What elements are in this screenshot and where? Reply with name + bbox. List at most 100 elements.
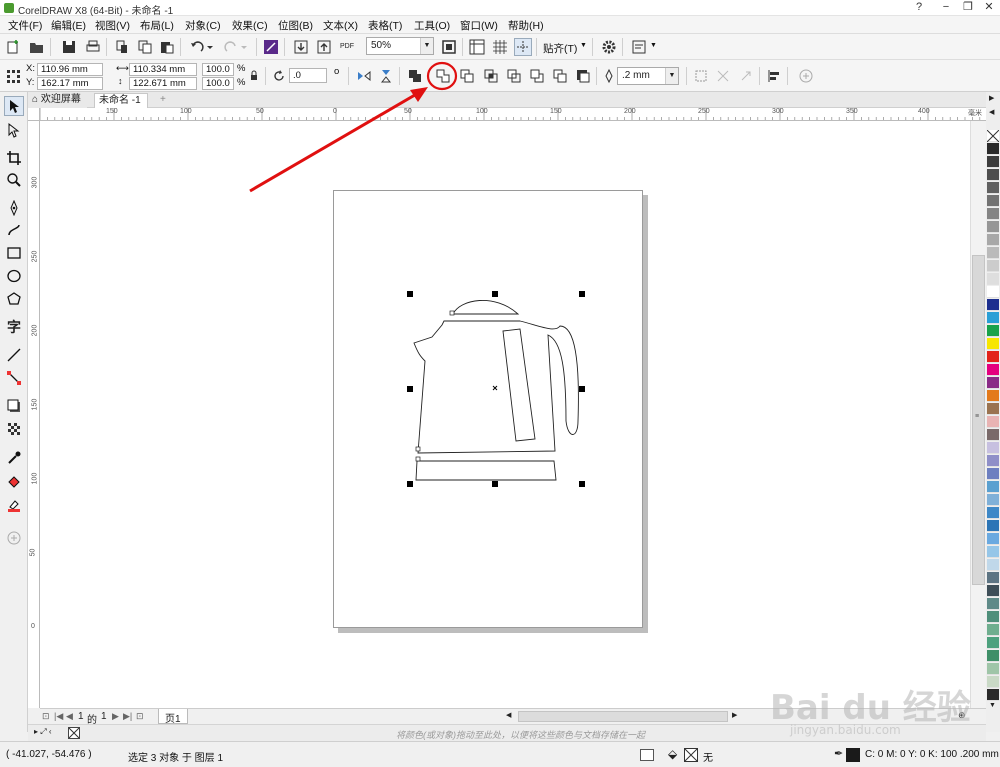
palette-scroll-down-icon[interactable]: ▼ bbox=[989, 702, 996, 709]
color-swatch[interactable] bbox=[987, 351, 999, 363]
extract-icon[interactable] bbox=[737, 67, 755, 85]
selection-handle[interactable] bbox=[492, 481, 498, 487]
intersect-icon[interactable] bbox=[482, 67, 500, 85]
color-swatch[interactable] bbox=[987, 234, 999, 246]
scale-y-field[interactable]: 100.0 bbox=[202, 77, 234, 90]
color-swatch[interactable] bbox=[987, 286, 999, 298]
cut-icon[interactable] bbox=[113, 38, 131, 56]
transparency-tool-icon[interactable] bbox=[4, 419, 24, 439]
scroll-right-icon[interactable]: ▶ bbox=[732, 711, 737, 719]
search-content-icon[interactable] bbox=[262, 38, 280, 56]
lock-ratio-icon[interactable] bbox=[248, 67, 260, 85]
mirror-vertical-icon[interactable] bbox=[377, 67, 395, 85]
application-launcher-icon[interactable] bbox=[630, 38, 648, 56]
menu-effects[interactable]: 效果(C) bbox=[232, 18, 268, 33]
zoom-level-dropdown[interactable]: 50% ▼ bbox=[366, 37, 434, 55]
color-swatch[interactable] bbox=[987, 273, 999, 285]
polygon-tool-icon[interactable] bbox=[4, 289, 24, 309]
menu-tools[interactable]: 工具(O) bbox=[414, 18, 450, 33]
no-color-swatch[interactable] bbox=[986, 129, 1000, 143]
publish-pdf-icon[interactable]: PDF bbox=[338, 37, 356, 55]
ellipse-tool-icon[interactable] bbox=[4, 266, 24, 286]
fill-bucket-icon[interactable]: ⬙ bbox=[668, 747, 677, 761]
new-document-icon[interactable] bbox=[4, 38, 22, 56]
show-rulers-icon[interactable] bbox=[468, 38, 486, 56]
color-swatch[interactable] bbox=[987, 637, 999, 649]
color-swatch[interactable] bbox=[987, 182, 999, 194]
color-swatch[interactable] bbox=[987, 598, 999, 610]
redo-icon[interactable] bbox=[222, 38, 240, 56]
color-swatch[interactable] bbox=[987, 494, 999, 506]
color-swatch[interactable] bbox=[987, 208, 999, 220]
rotation-angle-field[interactable]: .0 bbox=[289, 68, 327, 83]
pick-tool-icon[interactable] bbox=[4, 96, 24, 116]
print-icon[interactable] bbox=[84, 38, 102, 56]
convert-to-curves-icon[interactable] bbox=[692, 67, 710, 85]
scale-x-field[interactable]: 100.0 bbox=[202, 63, 234, 76]
last-page-icon[interactable]: ▶| bbox=[123, 711, 132, 722]
export-icon[interactable] bbox=[315, 38, 333, 56]
open-icon[interactable] bbox=[28, 38, 46, 56]
width-field[interactable]: 110.334 mm bbox=[129, 63, 197, 76]
selection-handle[interactable] bbox=[407, 291, 413, 297]
color-swatch[interactable] bbox=[987, 195, 999, 207]
y-position-field[interactable]: 162.17 mm bbox=[37, 77, 103, 90]
color-swatch[interactable] bbox=[987, 546, 999, 558]
full-screen-preview-icon[interactable] bbox=[440, 38, 458, 56]
fill-none-swatch[interactable] bbox=[684, 748, 698, 762]
shape-tool-icon[interactable] bbox=[4, 120, 24, 140]
color-swatch[interactable] bbox=[987, 663, 999, 675]
text-tool-icon[interactable]: 字 bbox=[4, 317, 24, 337]
selection-handle[interactable] bbox=[579, 481, 585, 487]
menu-view[interactable]: 视图(V) bbox=[95, 18, 130, 33]
palette-menu-icon[interactable]: ◀ bbox=[989, 108, 994, 116]
close-button[interactable]: ✕ bbox=[978, 0, 1000, 16]
no-color-swatch[interactable] bbox=[68, 727, 80, 739]
restore-button[interactable]: ❐ bbox=[957, 0, 979, 16]
options-gear-icon[interactable] bbox=[600, 38, 618, 56]
color-swatch[interactable] bbox=[987, 156, 999, 168]
color-swatch[interactable] bbox=[987, 585, 999, 597]
ruler-corner[interactable] bbox=[28, 108, 40, 121]
selection-handle[interactable] bbox=[407, 386, 413, 392]
copy-icon[interactable] bbox=[136, 38, 154, 56]
kettle-drawing[interactable] bbox=[40, 121, 970, 708]
color-swatch[interactable] bbox=[987, 481, 999, 493]
outline-width-dropdown[interactable]: .2 mm ▼ bbox=[617, 67, 679, 85]
tab-welcome-screen[interactable]: ⌂ 欢迎屏幕 bbox=[28, 93, 87, 108]
chevron-down-icon[interactable]: ▼ bbox=[650, 42, 657, 49]
color-swatch[interactable] bbox=[987, 676, 999, 688]
undo-dropdown-icon[interactable] bbox=[205, 38, 215, 56]
color-swatch[interactable] bbox=[987, 169, 999, 181]
import-icon[interactable] bbox=[292, 38, 310, 56]
simplify-icon[interactable] bbox=[505, 67, 523, 85]
color-swatch[interactable] bbox=[987, 689, 999, 701]
artistic-media-tool-icon[interactable] bbox=[4, 220, 24, 240]
page-first-icon[interactable]: ⊡ bbox=[42, 711, 50, 722]
color-swatch[interactable] bbox=[987, 143, 999, 155]
menu-file[interactable]: 文件(F) bbox=[8, 18, 42, 33]
redo-dropdown-icon[interactable] bbox=[239, 38, 249, 56]
align-distribute-icon[interactable] bbox=[765, 67, 783, 85]
color-swatch[interactable] bbox=[987, 416, 999, 428]
color-swatch[interactable] bbox=[987, 572, 999, 584]
chevron-down-icon[interactable]: ▼ bbox=[580, 42, 587, 49]
crop-tool-icon[interactable] bbox=[4, 148, 24, 168]
color-swatch[interactable] bbox=[987, 468, 999, 480]
next-page-icon[interactable]: ▶ bbox=[112, 711, 119, 722]
color-swatch[interactable] bbox=[987, 312, 999, 324]
weld-icon[interactable] bbox=[434, 67, 452, 85]
connector-tool-icon[interactable] bbox=[4, 368, 24, 388]
back-minus-front-icon[interactable] bbox=[551, 67, 569, 85]
prev-page-icon[interactable]: ◀ bbox=[66, 711, 73, 722]
color-swatch[interactable] bbox=[987, 390, 999, 402]
color-swatch[interactable] bbox=[987, 260, 999, 272]
horizontal-ruler[interactable]: 150 100 50 0 50 100 150 200 250 300 350 … bbox=[40, 108, 986, 121]
document-color-icon[interactable] bbox=[640, 749, 654, 761]
selection-handle[interactable] bbox=[579, 291, 585, 297]
selection-handle[interactable] bbox=[492, 291, 498, 297]
palette-options-icon[interactable]: ▸ ⤢ ‹ bbox=[34, 727, 52, 737]
show-grid-icon[interactable] bbox=[491, 38, 509, 56]
menu-layout[interactable]: 布局(L) bbox=[140, 18, 174, 33]
horizontal-scrollbar[interactable] bbox=[518, 711, 728, 722]
